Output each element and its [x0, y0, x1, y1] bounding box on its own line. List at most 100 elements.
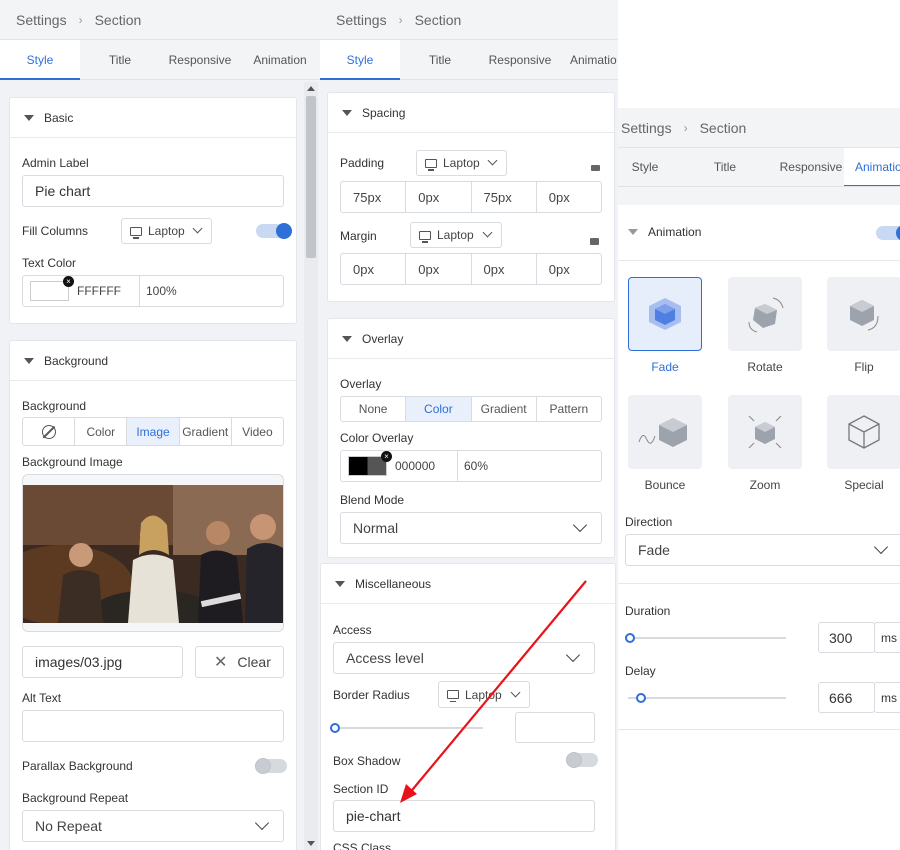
animation-flip-option[interactable] — [827, 277, 900, 351]
direction-select[interactable]: Fade — [625, 534, 900, 566]
close-icon: ✕ — [214, 654, 228, 671]
section-id-input[interactable]: pie-chart — [333, 800, 595, 832]
tab-style[interactable]: Style — [0, 40, 80, 80]
duration-slider[interactable] — [625, 633, 786, 643]
overlay-pattern-button[interactable]: Pattern — [537, 397, 601, 421]
background-video-button[interactable]: Video — [232, 418, 283, 445]
blend-mode-select[interactable]: Normal — [340, 512, 602, 544]
padding-device-select[interactable]: Laptop — [416, 150, 507, 176]
access-select[interactable]: Access level — [333, 642, 595, 674]
tab-title[interactable]: Title — [400, 40, 480, 79]
color-opacity-value[interactable]: 100% — [139, 276, 177, 306]
delay-input[interactable]: 666 — [818, 682, 875, 713]
scrollbar-track[interactable] — [304, 82, 318, 850]
fill-columns-device-select[interactable]: Laptop — [121, 218, 212, 244]
clear-color-icon[interactable]: × — [63, 276, 74, 287]
clear-image-button[interactable]: ✕ Clear — [195, 646, 284, 678]
tab-animation[interactable]: Animatio — [560, 40, 618, 79]
scrollbar-up-icon[interactable] — [307, 86, 315, 91]
tab-responsive[interactable]: Responsive — [480, 40, 560, 79]
animation-header[interactable]: Animation — [618, 212, 900, 252]
meeting-photo — [23, 485, 283, 623]
chevron-down-icon — [192, 223, 203, 234]
overlay-none-button[interactable]: None — [341, 397, 407, 421]
overlay-type-selector: None Color Gradient Pattern — [340, 396, 602, 422]
tab-style[interactable]: Style — [320, 40, 400, 80]
animation-zoom-option[interactable] — [728, 395, 802, 469]
scrollbar-thumb[interactable] — [306, 96, 316, 258]
unlock-icon[interactable] — [591, 165, 600, 171]
lock-icon[interactable] — [590, 238, 599, 245]
tab-bar: Style Title Responsive Animatio — [618, 148, 900, 187]
border-radius-input[interactable] — [515, 712, 595, 743]
tab-style[interactable]: Style — [618, 148, 672, 186]
overlay-gradient-button[interactable]: Gradient — [472, 397, 537, 421]
basic-title: Basic — [44, 110, 74, 125]
overlay-hex-value[interactable]: 000000 — [395, 459, 457, 473]
alt-text-input[interactable] — [22, 710, 284, 742]
fill-columns-toggle[interactable] — [256, 223, 292, 239]
text-color-picker[interactable]: × FFFFFF 100% — [22, 275, 284, 307]
background-none-button[interactable] — [23, 418, 76, 445]
background-gradient-button[interactable]: Gradient — [180, 418, 232, 445]
spacing-header[interactable]: Spacing — [328, 93, 614, 133]
tab-responsive[interactable]: Responsive — [778, 148, 844, 186]
parallax-toggle[interactable] — [255, 758, 287, 774]
border-radius-device-select[interactable]: Laptop — [438, 681, 530, 708]
overlay-color-swatch[interactable]: × — [348, 451, 392, 476]
animation-bounce-option[interactable] — [628, 395, 702, 469]
margin-device-select[interactable]: Laptop — [410, 222, 502, 248]
box-shadow-toggle[interactable] — [566, 752, 598, 768]
alt-text-label: Alt Text — [22, 691, 62, 705]
overlay-color-button[interactable]: Color — [406, 397, 472, 421]
tab-animation[interactable]: Animation — [240, 40, 320, 79]
padding-right-input[interactable]: 0px — [406, 182, 472, 212]
device-label: Laptop — [437, 228, 474, 242]
overlay-header[interactable]: Overlay — [328, 319, 614, 359]
padding-bottom-input[interactable]: 75px — [472, 182, 537, 212]
margin-left-input[interactable]: 0px — [537, 254, 601, 284]
margin-bottom-input[interactable]: 0px — [472, 254, 537, 284]
duration-unit: ms — [874, 622, 900, 653]
padding-left-input[interactable]: 0px — [537, 182, 601, 212]
background-repeat-select[interactable]: No Repeat — [22, 810, 284, 842]
border-radius-slider[interactable] — [330, 723, 483, 733]
section-id-label: Section ID — [333, 782, 389, 796]
tab-title[interactable]: Title — [80, 40, 160, 79]
background-image-preview[interactable] — [22, 474, 284, 632]
background-label: Background — [22, 399, 87, 413]
clear-color-icon[interactable]: × — [381, 451, 392, 462]
image-path-input[interactable]: images/03.jpg — [22, 646, 183, 678]
breadcrumb-root[interactable]: Settings — [336, 12, 387, 28]
animation-toggle[interactable] — [876, 225, 900, 241]
device-label: Laptop — [148, 224, 185, 238]
background-image-button[interactable]: Image — [127, 418, 180, 445]
overlay-color-picker[interactable]: × 000000 60% — [340, 450, 602, 482]
background-color-button[interactable]: Color — [75, 418, 128, 445]
breadcrumb-root[interactable]: Settings — [621, 120, 672, 136]
tab-title[interactable]: Title — [672, 148, 778, 186]
basic-header[interactable]: Basic — [10, 98, 296, 138]
chevron-down-icon — [510, 687, 521, 697]
animation-rotate-option[interactable] — [728, 277, 802, 351]
miscellaneous-header[interactable]: Miscellaneous — [321, 564, 615, 604]
animation-fade-option[interactable] — [628, 277, 702, 351]
duration-input[interactable]: 300 — [818, 622, 875, 653]
overlay-opacity-value[interactable]: 60% — [457, 451, 488, 481]
margin-top-input[interactable]: 0px — [341, 254, 407, 284]
rotate-label: Rotate — [747, 360, 783, 374]
color-hex-value[interactable]: FFFFFF — [77, 284, 139, 298]
background-header[interactable]: Background — [10, 341, 296, 381]
delay-slider[interactable] — [628, 693, 786, 703]
margin-right-input[interactable]: 0px — [406, 254, 472, 284]
tab-animation[interactable]: Animatio — [844, 148, 900, 186]
breadcrumb-root[interactable]: Settings — [16, 12, 67, 28]
tab-responsive[interactable]: Responsive — [160, 40, 240, 79]
color-swatch[interactable]: × — [30, 276, 74, 301]
animation-special-option[interactable] — [827, 395, 900, 469]
scrollbar-down-icon[interactable] — [307, 841, 315, 846]
admin-label-input[interactable]: Pie chart — [22, 175, 284, 207]
text-color-label: Text Color — [22, 256, 77, 270]
padding-top-input[interactable]: 75px — [341, 182, 407, 212]
direction-value: Fade — [638, 542, 670, 558]
